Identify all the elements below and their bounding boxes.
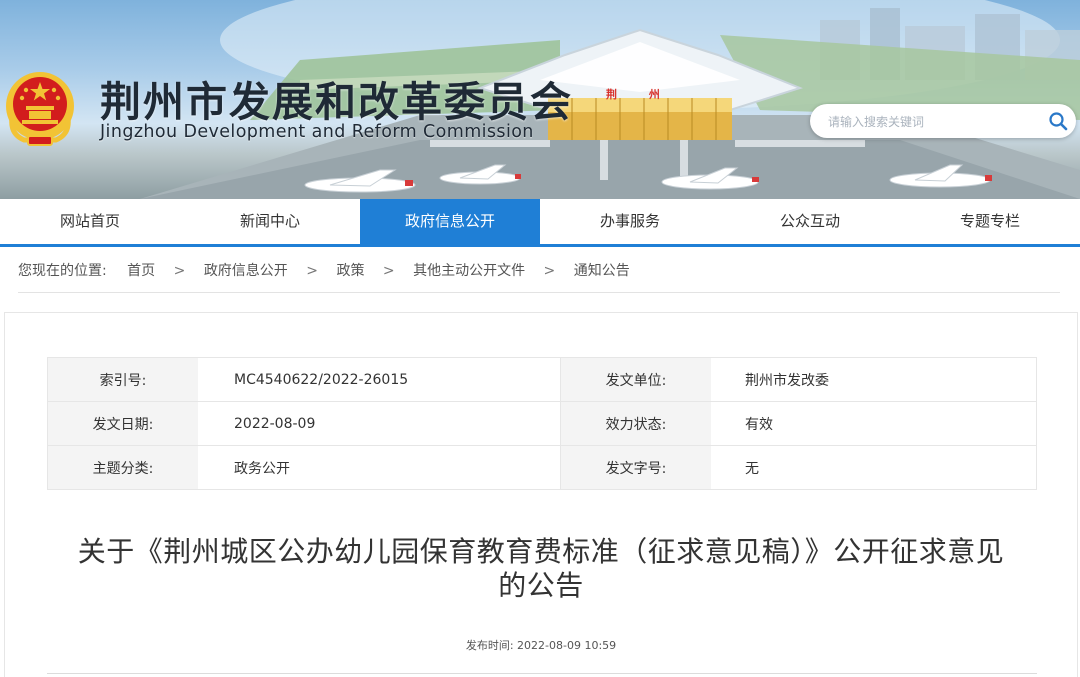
issuer-value: 荆州市发改委 [711, 357, 1037, 402]
breadcrumb-separator: > [543, 263, 556, 279]
header-banner: 荆 州 荆州市发展和改革委员会 Jingzhou Development and… [0, 0, 1080, 199]
index-label: 索引号: [47, 357, 198, 402]
document-meta-table: 索引号: MC4540622/2022-26015 发文单位: 荆州市发改委 发… [47, 357, 1037, 490]
search-icon[interactable] [1048, 111, 1068, 131]
table-row: 索引号: MC4540622/2022-26015 发文单位: 荆州市发改委 [47, 357, 1037, 402]
table-row: 发文日期: 2022-08-09 效力状态: 有效 [47, 401, 1037, 446]
airport-sign: 荆 州 [606, 88, 674, 101]
date-value: 2022-08-09 [198, 401, 561, 446]
publish-time-label: 发布时间: [465, 639, 514, 652]
search-input[interactable] [826, 111, 1030, 133]
nav-item-news[interactable]: 新闻中心 [180, 199, 360, 244]
national-emblem-icon [6, 72, 74, 146]
table-row: 主题分类: 政务公开 发文字号: 无 [47, 445, 1037, 490]
breadcrumb-item-policy[interactable]: 政策 [336, 250, 364, 292]
document-title-line-1: 关于《荆州城区公办幼儿园保育教育费标准（征求意见稿）》公开征求意见 [77, 535, 1005, 568]
breadcrumb-item-home[interactable]: 首页 [127, 250, 155, 292]
nav-item-interaction[interactable]: 公众互动 [720, 199, 900, 244]
breadcrumb-separator: > [306, 263, 318, 279]
content-panel: 索引号: MC4540622/2022-26015 发文单位: 荆州市发改委 发… [4, 312, 1078, 677]
issuer-label: 发文单位: [560, 357, 711, 402]
breadcrumb-item-gov-info[interactable]: 政府信息公开 [204, 250, 288, 292]
publish-time-value: 2022-08-09 10:59 [517, 639, 617, 652]
status-value: 有效 [711, 401, 1037, 446]
breadcrumb-separator: > [173, 263, 186, 279]
main-nav: 网站首页 新闻中心 政府信息公开 办事服务 公众互动 专题专栏 [0, 199, 1080, 247]
topic-label: 主题分类: [47, 445, 198, 490]
search-box [810, 104, 1076, 138]
docno-label: 发文字号: [560, 445, 711, 490]
breadcrumb-separator: > [382, 263, 395, 279]
breadcrumb: 您现在的位置: 首页 > 政府信息公开 > 政策 > 其他主动公开文件 > 通知… [18, 250, 1060, 293]
nav-item-gov-info[interactable]: 政府信息公开 [360, 199, 540, 244]
breadcrumb-item-notices[interactable]: 通知公告 [574, 250, 630, 292]
breadcrumb-lead: 您现在的位置: [18, 263, 107, 279]
docno-value: 无 [745, 460, 759, 477]
site-title: 荆州市发展和改革委员会 [100, 78, 573, 126]
date-label: 发文日期: [47, 401, 198, 446]
index-value: MC4540622/2022-26015 [198, 357, 561, 402]
topic-value: 政务公开 [234, 460, 290, 477]
divider [47, 673, 1037, 674]
breadcrumb-item-other-docs[interactable]: 其他主动公开文件 [413, 250, 525, 292]
document-title-line-2: 的公告 [498, 569, 584, 602]
nav-item-services[interactable]: 办事服务 [540, 199, 720, 244]
publish-time: 发布时间: 2022-08-09 10:59 [5, 637, 1077, 653]
status-label: 效力状态: [560, 401, 711, 446]
site-subtitle: Jingzhou Development and Reform Commissi… [100, 122, 534, 142]
nav-item-home[interactable]: 网站首页 [0, 199, 180, 244]
document-title: 关于《荆州城区公办幼儿园保育教育费标准（征求意见稿）》公开征求意见 的公告 [35, 535, 1047, 603]
nav-item-topics[interactable]: 专题专栏 [900, 199, 1080, 244]
